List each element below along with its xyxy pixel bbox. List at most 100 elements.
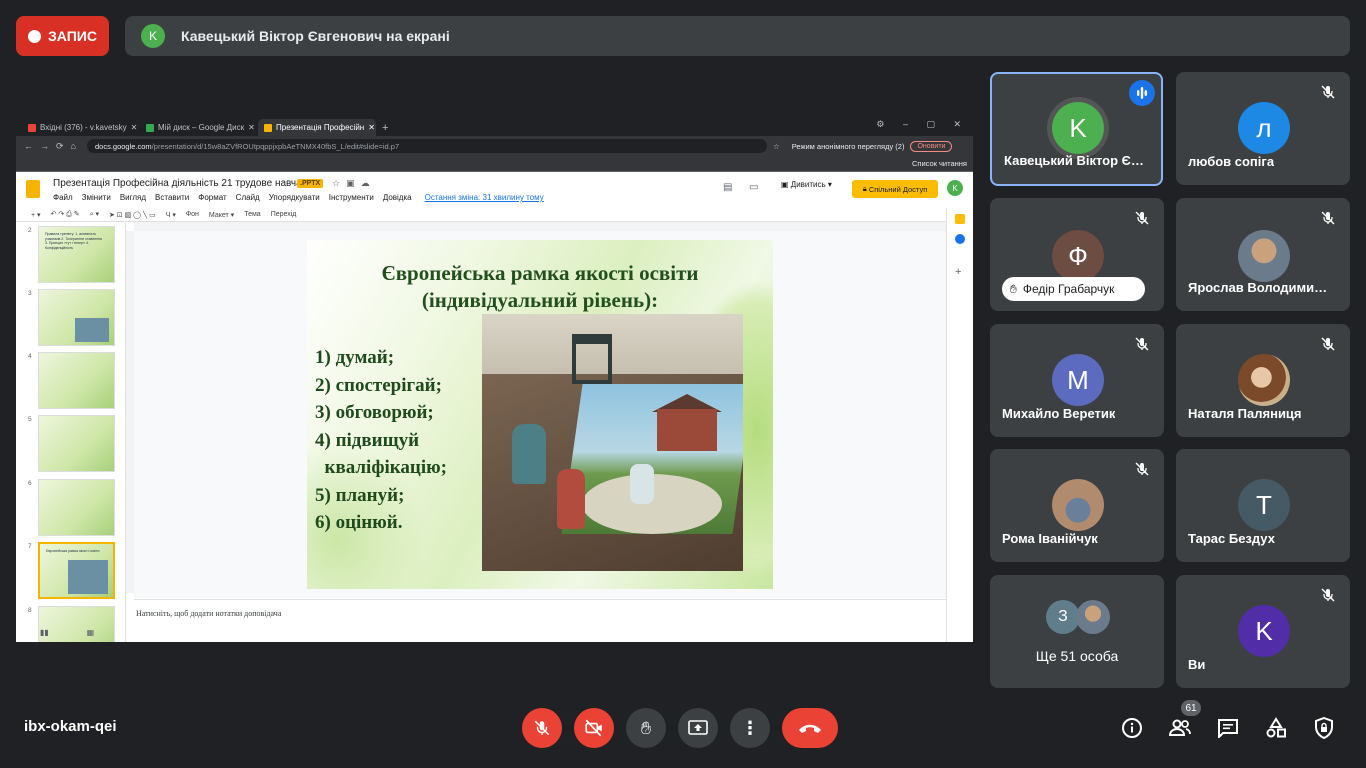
self-avatar: K <box>1238 605 1290 657</box>
browser-tab-gmail[interactable]: Вхідні (376) - v.kavetsky ✕ <box>22 119 140 136</box>
slides-logo-icon[interactable] <box>26 180 40 198</box>
participant-name: Кавецький Віктор Є… <box>1004 153 1144 168</box>
menu-file[interactable]: Файл <box>53 193 73 202</box>
meet-icon[interactable]: ▭ <box>749 182 758 193</box>
last-edit-link[interactable]: Остання зміна: 31 хвилину тому <box>425 193 544 202</box>
reading-list[interactable]: Список читання <box>912 159 967 168</box>
close-icon[interactable]: ✕ <box>364 123 375 132</box>
slide-thumbnail-selected[interactable]: Європейська рамка якості освіти <box>38 542 115 599</box>
participant-tile[interactable]: Рома Іванійчук <box>990 449 1164 562</box>
add-addon-icon[interactable]: + <box>955 266 965 278</box>
present-now-button[interactable] <box>678 708 718 748</box>
menu-slide[interactable]: Слайд <box>236 193 260 202</box>
toolbar-theme[interactable]: Тема <box>244 211 260 218</box>
document-title[interactable]: Презентація Професійна діяльність 21 тру… <box>53 178 318 189</box>
list-item: 5) плануй; <box>315 484 405 506</box>
share-button[interactable]: 🔒︎ Спільний Доступ <box>852 180 938 198</box>
mic-off-icon <box>1135 462 1149 476</box>
participant-avatar: Ф <box>1052 230 1104 282</box>
participant-tile[interactable]: Наталя Паляниця <box>1176 324 1350 437</box>
mic-off-icon <box>1135 337 1149 351</box>
slide-thumbnail[interactable] <box>38 289 115 346</box>
tasks-icon[interactable] <box>955 234 965 244</box>
leave-call-button[interactable] <box>782 708 838 748</box>
browser-tab-drive[interactable]: Мій диск – Google Диск ✕ <box>140 119 258 136</box>
participant-tile[interactable]: л любов сопіга <box>1176 72 1350 185</box>
window-controls[interactable]: ⚙ – ▢ ✕ <box>876 119 969 130</box>
participant-photo <box>1238 230 1290 282</box>
new-tab-button[interactable]: + <box>376 122 394 136</box>
participant-avatar: T <box>1238 479 1290 531</box>
toolbar-transition[interactable]: Перехід <box>271 211 297 218</box>
select-tools-icons[interactable]: ➤ ⊡ ▨ ◯ ╲ ▭ <box>109 211 156 219</box>
menu-help[interactable]: Довідка <box>383 193 412 202</box>
toolbar-layout[interactable]: Макет ▾ <box>209 211 234 219</box>
gmail-icon <box>28 123 36 132</box>
add-slide-icon[interactable]: + ▾ <box>31 211 41 219</box>
update-button[interactable]: Оновити <box>910 140 953 152</box>
participant-tile[interactable]: K Кавецький Віктор Є… <box>990 72 1163 186</box>
participant-name: любов сопіга <box>1188 154 1275 169</box>
vertical-ruler <box>126 231 134 593</box>
participant-name: Федір Грабарчук <box>1022 282 1115 296</box>
browser-tab-slides[interactable]: Презентація Професійн ✕ <box>258 119 376 136</box>
participant-tile[interactable]: T Тарас Бездух <box>1176 449 1350 562</box>
text-format-icon[interactable]: Ч ▾ <box>166 211 176 219</box>
mic-off-icon <box>1135 211 1149 225</box>
people-button[interactable] <box>1166 714 1194 742</box>
current-slide[interactable]: Європейська рамка якості освіти (індивід… <box>307 240 773 589</box>
incognito-label[interactable]: Режим анонімного перегляду (2) <box>792 142 905 151</box>
slides-toolbar: + ▾ ↶ ↷ ⎙ ✎ ⌕ ▾ ➤ ⊡ ▨ ◯ ╲ ▭ Ч ▾ Фон Маке… <box>16 208 958 222</box>
close-icon[interactable]: ✕ <box>127 123 138 132</box>
self-tile[interactable]: K Ви <box>1176 575 1350 688</box>
account-avatar[interactable]: K <box>947 180 963 196</box>
menu-view[interactable]: Вигляд <box>120 193 146 202</box>
more-options-button[interactable]: ⋮ <box>730 708 770 748</box>
activities-button[interactable] <box>1262 714 1290 742</box>
slide-thumbnail[interactable] <box>38 352 115 409</box>
slides-icon <box>264 123 272 132</box>
meeting-details-button[interactable] <box>1118 714 1146 742</box>
zoom-icon[interactable]: ⌕ ▾ <box>90 210 99 219</box>
speaker-notes[interactable]: Натисніть, щоб додати нотатки доповідача <box>134 599 946 642</box>
hang-up-icon <box>799 724 821 733</box>
host-controls-button[interactable] <box>1310 714 1338 742</box>
comments-icon[interactable]: ▤ <box>723 182 732 193</box>
participant-tile[interactable]: M Михайло Веретик <box>990 324 1164 437</box>
menu-insert[interactable]: Вставити <box>155 193 189 202</box>
participant-photo <box>1052 479 1104 531</box>
recording-indicator[interactable]: ЗАПИС <box>16 16 109 56</box>
menu-arrange[interactable]: Упорядкувати <box>269 193 320 202</box>
raise-hand-button[interactable]: ✋︎ <box>626 708 666 748</box>
mic-toggle-button[interactable] <box>522 708 562 748</box>
title-actions-icons[interactable]: ☆▣☁ <box>332 178 376 189</box>
camera-toggle-button[interactable] <box>574 708 614 748</box>
participant-tile[interactable]: Ф ✋︎ Федір Грабарчук <box>990 198 1164 311</box>
present-button[interactable]: ▣ Дивитись ▾ <box>781 180 832 189</box>
slide-title: Європейська рамка якості освіти (індивід… <box>381 261 699 312</box>
undo-redo-icons[interactable]: ↶ ↷ ⎙ ✎ <box>51 210 80 219</box>
slide-thumbnail[interactable] <box>38 479 115 536</box>
keep-icon[interactable] <box>955 214 965 224</box>
info-icon <box>1122 718 1142 738</box>
star-icon[interactable]: ☆ <box>773 142 780 151</box>
address-bar[interactable]: docs.google.com/presentation/d/15w8aZVfR… <box>86 139 767 153</box>
menu-tools[interactable]: Інструменти <box>329 193 374 202</box>
list-item: 3) обговорюй; <box>315 402 434 423</box>
nav-buttons-icon[interactable]: ←→⟳⌂ <box>24 141 83 152</box>
shared-screen: Вхідні (376) - v.kavetsky ✕ Мій диск – Go… <box>16 116 973 642</box>
speaking-indicator-icon <box>1129 80 1155 106</box>
menu-format[interactable]: Формат <box>198 193 226 202</box>
slide-thumbnail[interactable]: Правила тренінгу: 1. активність учасникі… <box>38 226 115 283</box>
more-participants-tile[interactable]: З Ще 51 особа <box>990 575 1164 688</box>
lock-icon: 🔒︎ <box>862 184 867 193</box>
chat-button[interactable] <box>1214 714 1242 742</box>
slide-thumbnail[interactable] <box>38 415 115 472</box>
toolbar-background[interactable]: Фон <box>186 211 199 218</box>
raise-hand-icon: ✋︎ <box>640 717 652 738</box>
grid-view-icons[interactable]: ▮▮ ▦ <box>40 628 94 637</box>
menu-edit[interactable]: Змінити <box>82 193 111 202</box>
participant-tile[interactable]: Ярослав Володими… <box>1176 198 1350 311</box>
close-icon[interactable]: ✕ <box>244 123 255 132</box>
presenting-banner: K Кавецький Віктор Євгенович на екрані <box>125 16 1350 56</box>
